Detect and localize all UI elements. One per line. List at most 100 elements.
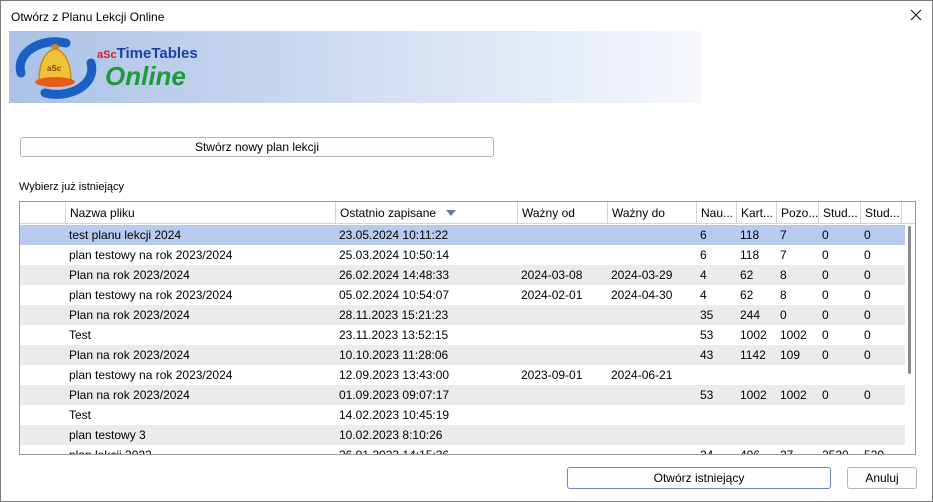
cell-students-1: 2520 xyxy=(822,448,849,455)
cell-filename: Plan na rok 2023/2024 xyxy=(69,268,190,282)
table-row[interactable]: plan testowy 3 10.02.2023 8:10:26 xyxy=(20,425,905,445)
cell-students-1: 0 xyxy=(822,268,829,282)
cell-teachers: 24 xyxy=(700,448,714,455)
cell-students-2: 0 xyxy=(864,248,871,262)
cell-valid-from xyxy=(521,305,607,325)
cell-remaining: 7 xyxy=(780,228,787,242)
brand-timetables: TimeTables xyxy=(116,45,198,62)
header-spacer xyxy=(20,202,65,224)
cell-teachers: 35 xyxy=(700,308,714,322)
column-header-remaining[interactable]: Pozo... xyxy=(776,202,818,224)
cell-teachers: 4 xyxy=(700,268,707,282)
table-row[interactable]: Test 14.02.2023 10:45:19 xyxy=(20,405,905,425)
cell-remaining: 109 xyxy=(780,348,801,362)
plans-list[interactable]: Nazwa pliku Ostatnio zapisane Ważny od W… xyxy=(19,201,916,455)
cell-remaining: 1002 xyxy=(780,328,807,342)
title-bar: Otwórz z Planu Lekcji Online xyxy=(1,1,932,31)
cell-valid-to xyxy=(611,325,696,345)
cell-students-2: 0 xyxy=(864,288,871,302)
cell-valid-from xyxy=(521,405,607,425)
cell-filename: Plan na rok 2023/2024 xyxy=(69,308,190,322)
cell-remaining xyxy=(780,405,818,425)
cell-cards xyxy=(740,425,776,445)
cell-students-1: 0 xyxy=(822,328,829,342)
cell-valid-from: 2023-09-01 xyxy=(521,368,583,382)
cell-teachers: 6 xyxy=(700,228,707,242)
cell-filename: test planu lekcji 2024 xyxy=(69,228,182,242)
column-header-valid-to[interactable]: Ważny do xyxy=(607,202,696,224)
cell-valid-to: 2024-03-29 xyxy=(611,268,673,282)
cell-filename: plan testowy na rok 2023/2024 xyxy=(69,288,233,302)
table-row[interactable]: plan testowy na rok 2023/2024 25.03.2024 … xyxy=(20,245,905,265)
cell-students-2: 0 xyxy=(864,388,871,402)
cell-cards xyxy=(740,405,776,425)
cell-filename: plan testowy 3 xyxy=(69,428,146,442)
cell-last-saved: 01.09.2023 09:07:17 xyxy=(339,388,450,402)
cell-cards: 244 xyxy=(740,308,761,322)
table-row[interactable]: plan testowy na rok 2023/2024 05.02.2024 … xyxy=(20,285,905,305)
cell-valid-to xyxy=(611,245,696,265)
column-header-cards[interactable]: Kart... xyxy=(736,202,776,224)
cell-students-2: 520 xyxy=(864,448,885,455)
cell-students-2 xyxy=(864,405,902,425)
cell-filename: plan lekcji 2022 xyxy=(69,448,152,455)
cell-remaining: 8 xyxy=(780,268,787,282)
asc-bell-logo-icon: aSc xyxy=(15,37,97,99)
cell-valid-to xyxy=(611,425,696,445)
column-header-teachers[interactable]: Nau... xyxy=(696,202,736,224)
table-row[interactable]: Plan na rok 2023/2024 01.09.2023 09:07:17… xyxy=(20,385,905,405)
cell-filename: Plan na rok 2023/2024 xyxy=(69,348,190,362)
cell-last-saved: 26.01.2023 14:15:36 xyxy=(339,448,450,455)
choose-existing-label: Wybierz już istniejący xyxy=(19,181,125,193)
close-button[interactable] xyxy=(908,7,924,23)
table-row[interactable]: plan testowy na rok 2023/2024 12.09.2023 … xyxy=(20,365,905,385)
table-row[interactable]: Test 23.11.2023 13:52:15 53 1002 1002 0 0 xyxy=(20,325,905,345)
table-row[interactable]: Plan na rok 2023/2024 10.10.2023 11:28:06… xyxy=(20,345,905,365)
cell-students-1: 0 xyxy=(822,388,829,402)
cell-students-2: 0 xyxy=(864,348,871,362)
open-existing-button[interactable]: Otwórz istniejący xyxy=(567,467,831,489)
column-header-last-saved[interactable]: Ostatnio zapisane xyxy=(335,202,517,224)
svg-text:aSc: aSc xyxy=(47,64,62,73)
cell-students-1 xyxy=(822,365,860,385)
column-header-last-saved-label: Ostatnio zapisane xyxy=(340,206,437,220)
column-header-valid-from[interactable]: Ważny od xyxy=(517,202,607,224)
cell-cards: 1002 xyxy=(740,328,767,342)
table-row[interactable]: plan lekcji 2022 26.01.2023 14:15:36 24 406… xyxy=(20,445,905,455)
cell-teachers xyxy=(700,405,736,425)
create-new-plan-button[interactable]: Stwórz nowy plan lekcji xyxy=(20,137,494,157)
cell-valid-from: 2024-03-08 xyxy=(521,268,583,282)
vertical-scrollbar[interactable] xyxy=(908,226,911,374)
cell-students-2 xyxy=(864,365,902,385)
cell-students-1: 0 xyxy=(822,248,829,262)
cell-students-2 xyxy=(864,425,902,445)
cell-teachers xyxy=(700,425,736,445)
dialog-window: Otwórz z Planu Lekcji Online aSc aScTime… xyxy=(0,0,933,502)
cell-valid-to: 2024-04-30 xyxy=(611,288,673,302)
cell-students-2: 0 xyxy=(864,328,871,342)
table-row[interactable]: Plan na rok 2023/2024 26.02.2024 14:48:33… xyxy=(20,265,905,285)
cell-students-2: 0 xyxy=(864,308,871,322)
cell-cards: 62 xyxy=(740,268,754,282)
cell-cards xyxy=(740,365,776,385)
cell-remaining xyxy=(780,365,818,385)
cancel-button[interactable]: Anuluj xyxy=(847,467,917,489)
cell-filename: plan testowy na rok 2023/2024 xyxy=(69,368,233,382)
cell-teachers: 4 xyxy=(700,288,707,302)
table-row[interactable]: test planu lekcji 2024 23.05.2024 10:11:2… xyxy=(20,225,905,245)
cell-valid-to xyxy=(611,225,696,245)
brand-prefix: aSc xyxy=(97,49,117,61)
cell-students-1: 0 xyxy=(822,288,829,302)
table-row[interactable]: Plan na rok 2023/2024 28.11.2023 15:21:23… xyxy=(20,305,905,325)
brand-name: aScTimeTables xyxy=(97,45,198,62)
cell-valid-from xyxy=(521,245,607,265)
cell-remaining: 8 xyxy=(780,288,787,302)
cell-students-1 xyxy=(822,425,860,445)
column-header-students-2[interactable]: Stud... xyxy=(860,202,902,224)
window-title: Otwórz z Planu Lekcji Online xyxy=(11,10,165,24)
cell-valid-from xyxy=(521,325,607,345)
cell-last-saved: 26.02.2024 14:48:33 xyxy=(339,268,450,282)
column-header-filename[interactable]: Nazwa pliku xyxy=(65,202,335,224)
cell-last-saved: 23.11.2023 13:52:15 xyxy=(339,328,449,342)
column-header-students-1[interactable]: Stud... xyxy=(818,202,860,224)
